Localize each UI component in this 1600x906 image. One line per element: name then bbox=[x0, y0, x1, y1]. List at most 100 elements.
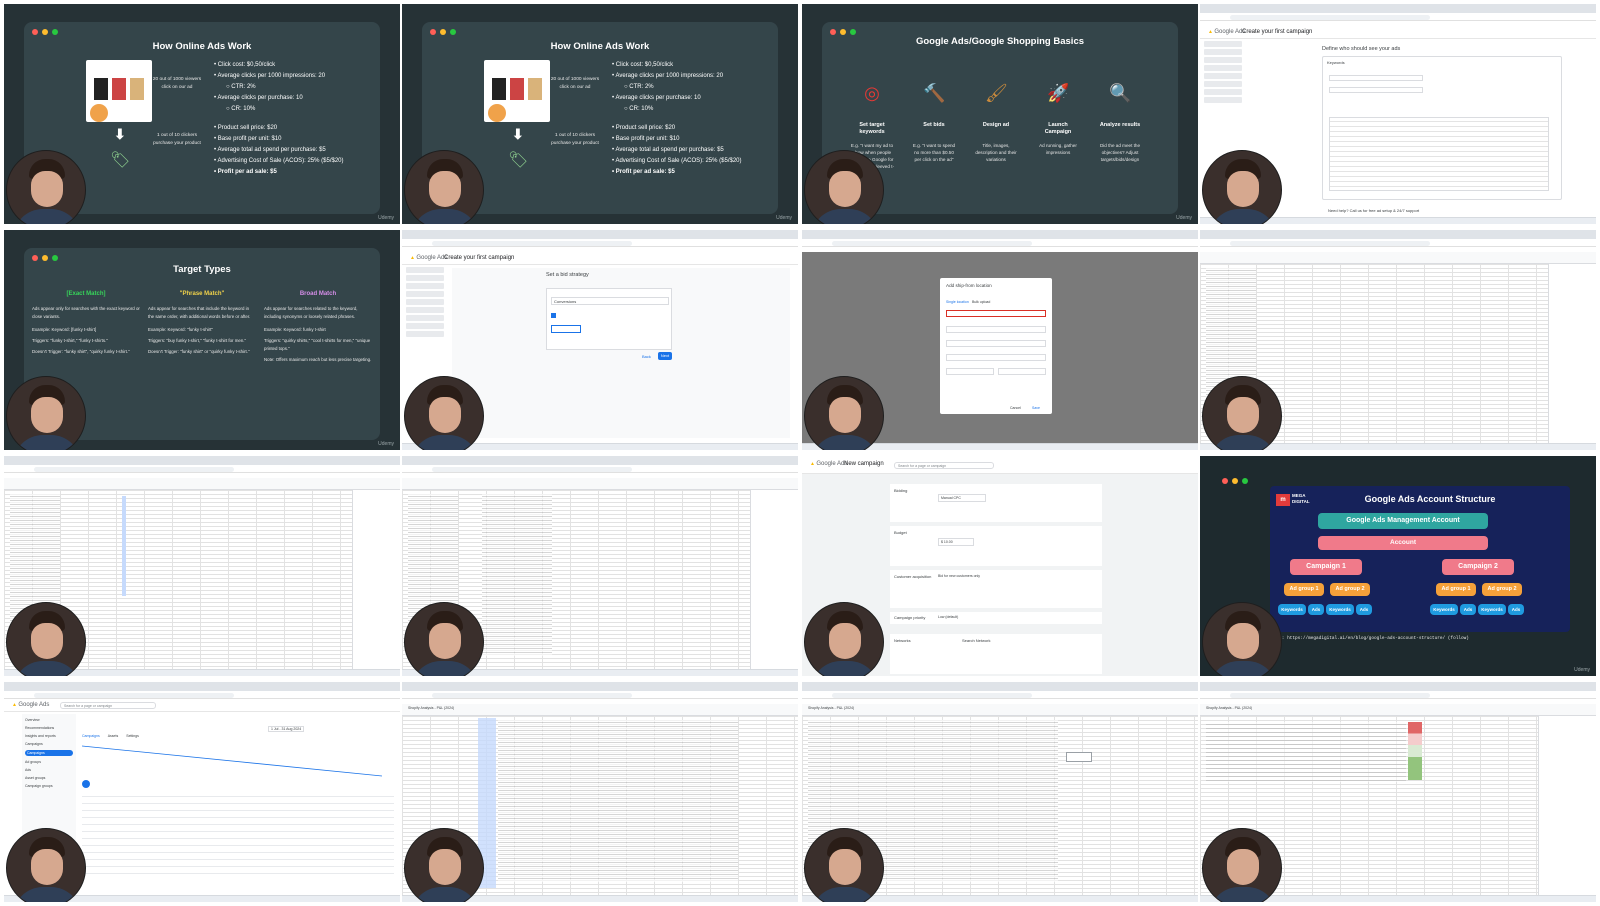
nav-item[interactable]: Insights and reports bbox=[25, 734, 73, 738]
webcam-overlay bbox=[404, 602, 484, 676]
address-bar[interactable] bbox=[1200, 239, 1596, 247]
thumb-analysis-sheet-1[interactable]: Shopify Analysis - P&L (2024) bbox=[402, 682, 798, 902]
thumb-spreadsheet-1[interactable] bbox=[1200, 230, 1596, 450]
tab-assets[interactable]: Assets bbox=[108, 734, 119, 738]
new-customers-checkbox[interactable]: Bid for new customers only bbox=[938, 574, 980, 578]
save-button[interactable]: Save bbox=[1032, 406, 1040, 410]
address-bar[interactable] bbox=[1200, 13, 1596, 21]
nav-item[interactable]: Ad groups bbox=[25, 760, 73, 764]
address-bar[interactable] bbox=[802, 691, 1198, 699]
address-bar[interactable] bbox=[4, 691, 400, 699]
browser-tabbar[interactable] bbox=[4, 456, 400, 465]
budget-input[interactable]: $ 10.00 bbox=[938, 538, 974, 546]
thumb-campaigns-list[interactable]: Google Ads Search for a page or campaign… bbox=[4, 682, 400, 902]
cancel-button[interactable]: Cancel bbox=[1010, 406, 1021, 410]
sheets-toolbar[interactable]: Shopify Analysis - P&L (2024) bbox=[1200, 704, 1596, 716]
address-bar[interactable] bbox=[402, 465, 798, 473]
promo-banner[interactable]: Need help? Call us for free ad setup & 2… bbox=[1328, 208, 1419, 213]
campaign-tabs: Campaigns Assets Settings bbox=[82, 734, 139, 738]
cell-comment[interactable] bbox=[1066, 752, 1092, 762]
back-button[interactable]: Back bbox=[642, 354, 651, 359]
keywords-textarea[interactable] bbox=[1329, 117, 1549, 191]
thumb-how-online-ads-work-2[interactable]: How Online Ads Work 20 out of 1000 viewe… bbox=[402, 4, 798, 224]
side-panel[interactable] bbox=[1538, 716, 1596, 895]
keyword-planner-panel[interactable] bbox=[1548, 264, 1596, 443]
address-bar[interactable] bbox=[402, 691, 798, 699]
thumb-account-structure[interactable]: m MEGA DIGITAL Google Ads Account Struct… bbox=[1200, 456, 1596, 676]
tab-bulk-upload[interactable]: Bulk upload bbox=[972, 300, 990, 304]
search-input[interactable]: Search for a page or campaign bbox=[894, 462, 994, 469]
target-roas-checkbox[interactable] bbox=[551, 313, 556, 318]
sheets-toolbar[interactable]: Shopify Analysis - P&L (2024) bbox=[802, 704, 1198, 716]
store-screenshot bbox=[484, 60, 550, 122]
thumb-analysis-sheet-3[interactable]: Shopify Analysis - P&L (2024) bbox=[1200, 682, 1596, 902]
page-title: Create your first campaign bbox=[1242, 29, 1313, 35]
keyword-planner-panel[interactable] bbox=[352, 490, 400, 669]
address-bar[interactable] bbox=[802, 239, 1198, 247]
nav-item[interactable]: Campaigns bbox=[25, 742, 73, 746]
url-input[interactable] bbox=[1329, 75, 1423, 81]
sheets-toolbar[interactable]: Shopify Analysis - P&L (2024) bbox=[402, 704, 798, 716]
thumb-spreadsheet-3[interactable] bbox=[402, 456, 798, 676]
address-bar[interactable] bbox=[4, 465, 400, 473]
tab-settings[interactable]: Settings bbox=[126, 734, 139, 738]
address-bar[interactable] bbox=[1200, 691, 1596, 699]
thumb-analysis-sheet-2[interactable]: Shopify Analysis - P&L (2024) bbox=[802, 682, 1198, 902]
browser-tabbar[interactable] bbox=[4, 682, 400, 691]
date-range-picker[interactable]: 1 Jul - 31 Aug 2024 bbox=[268, 726, 305, 732]
tab-single-location[interactable]: Single location bbox=[946, 300, 969, 304]
thumb-how-online-ads-work-1[interactable]: How Online Ads Work 20 out of 1000 viewe… bbox=[4, 4, 400, 224]
nav-item[interactable]: Asset groups bbox=[25, 776, 73, 780]
browser-tabbar[interactable] bbox=[802, 230, 1198, 239]
thumb-ads-keywords[interactable]: Google Ads Create your first campaign De… bbox=[1200, 4, 1596, 224]
bullet: Average clicks per 1000 impressions: 20 bbox=[612, 71, 742, 82]
add-campaign-button[interactable] bbox=[82, 780, 90, 788]
thumb-spreadsheet-2[interactable] bbox=[4, 456, 400, 676]
budget-card[interactable]: Budget $ 10.00 bbox=[890, 526, 1102, 566]
sheets-toolbar[interactable] bbox=[402, 478, 798, 490]
customer-acquisition-card[interactable]: Customer acquisition Bid for new custome… bbox=[890, 570, 1102, 608]
bullet: Base profit per unit: $10 bbox=[214, 134, 344, 145]
city-input[interactable] bbox=[946, 354, 1046, 361]
search-input[interactable]: Search for a page or campaign bbox=[60, 702, 156, 709]
step-label: Launch Campaign bbox=[1044, 122, 1072, 135]
nav-item[interactable]: Campaign groups bbox=[25, 784, 73, 788]
campaigns-table[interactable] bbox=[82, 790, 394, 878]
networks-card[interactable]: Networks Search Network bbox=[890, 634, 1102, 674]
browser-tabbar[interactable] bbox=[402, 230, 798, 239]
thumb-google-shopping-basics[interactable]: Google Ads/Google Shopping Basics ◎ 🔨 🖌 … bbox=[802, 4, 1198, 224]
search-network-option[interactable]: Search Network bbox=[962, 638, 990, 643]
state-select[interactable] bbox=[946, 368, 994, 375]
bidding-card[interactable]: Bidding Manual CPC bbox=[890, 484, 1102, 522]
address-input[interactable] bbox=[946, 310, 1046, 317]
product-input[interactable] bbox=[1329, 87, 1423, 93]
browser-tabbar[interactable] bbox=[1200, 682, 1596, 691]
priority-card[interactable]: Campaign priority Low (default) bbox=[890, 612, 1102, 624]
sheets-toolbar[interactable] bbox=[4, 478, 400, 490]
tab-campaigns[interactable]: Campaigns bbox=[82, 734, 100, 738]
sheets-toolbar[interactable] bbox=[1200, 252, 1596, 264]
browser-tabbar[interactable] bbox=[802, 682, 1198, 691]
nav-item[interactable]: Overview bbox=[25, 718, 73, 722]
keyword-planner-panel[interactable] bbox=[750, 490, 798, 669]
thumb-target-types[interactable]: Target Types [Exact Match] "Phrase Match… bbox=[4, 230, 400, 450]
nav-item-active[interactable]: Campaigns bbox=[25, 750, 73, 756]
nav-item[interactable]: Recommendations bbox=[25, 726, 73, 730]
thumb-ship-from-dialog[interactable]: Add ship-from location Single location B… bbox=[802, 230, 1198, 450]
address-bar[interactable] bbox=[402, 239, 798, 247]
browser-tabbar[interactable] bbox=[402, 456, 798, 465]
target-value-input[interactable] bbox=[551, 325, 581, 333]
next-button[interactable]: Next bbox=[658, 352, 672, 360]
browser-tabbar[interactable] bbox=[1200, 4, 1596, 13]
thumb-ads-bid-strategy[interactable]: Google Ads Create your first campaign Se… bbox=[402, 230, 798, 450]
bidding-select[interactable]: Manual CPC bbox=[938, 494, 986, 502]
street-input[interactable] bbox=[946, 326, 1046, 333]
apt-input[interactable] bbox=[946, 340, 1046, 347]
browser-tabbar[interactable] bbox=[402, 682, 798, 691]
nav-item[interactable]: Ads bbox=[25, 768, 73, 772]
browser-tabbar[interactable] bbox=[1200, 230, 1596, 239]
zip-input[interactable] bbox=[998, 368, 1046, 375]
bid-strategy-select[interactable]: Conversions bbox=[551, 297, 669, 305]
thumb-new-campaign-settings[interactable]: Google Ads New campaign Search for a pag… bbox=[802, 456, 1198, 676]
ad-group-box: Ad group 1 bbox=[1284, 583, 1324, 596]
